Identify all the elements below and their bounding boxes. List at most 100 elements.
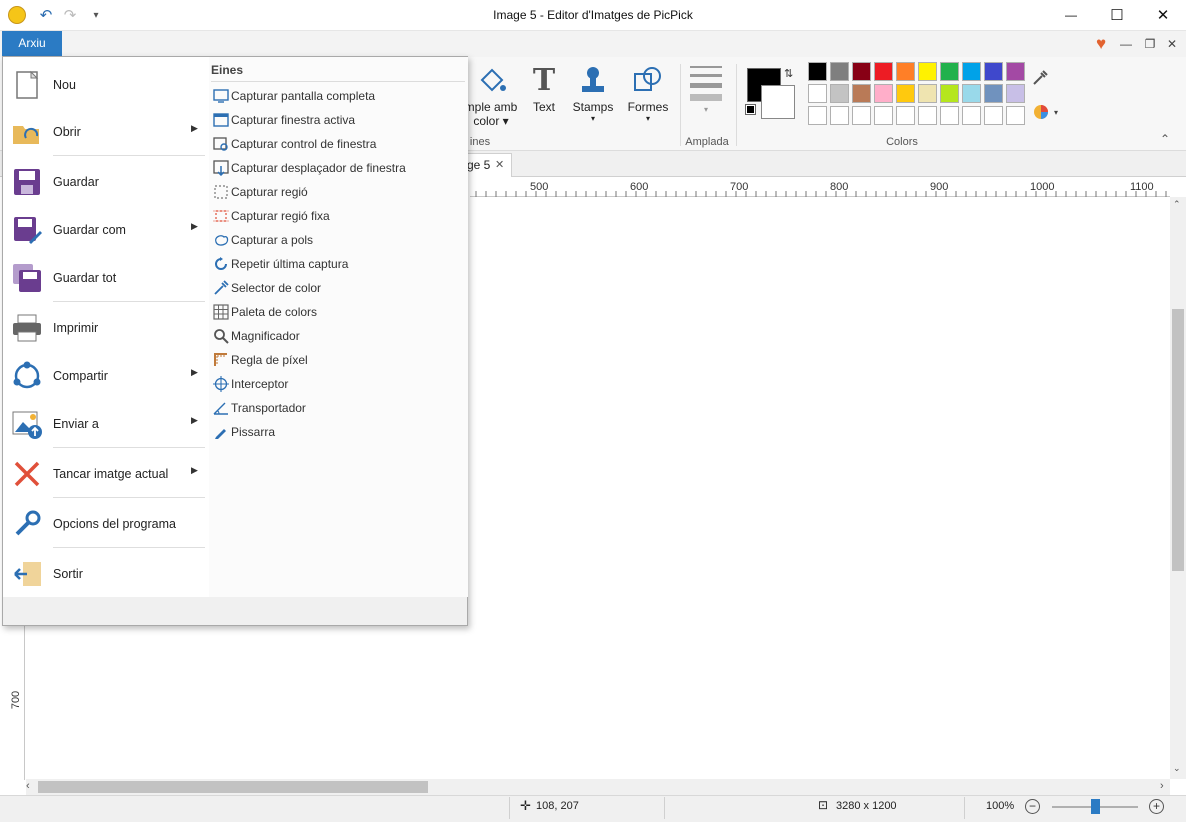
tool-item[interactable]: Capturar control de finestra [211,133,461,155]
file-menu-item[interactable]: Compartir ▶ [3,352,209,398]
palette-swatch[interactable] [874,62,893,81]
tab-close-icon[interactable]: ✕ [495,158,504,171]
mdi-close-icon[interactable]: ✕ [1162,34,1182,54]
file-menu-item[interactable]: Opcions del programa [3,500,209,546]
tool-item[interactable]: Capturar a pols [211,229,461,251]
maximize-button[interactable]: ☐ [1094,0,1140,31]
vertical-scroll-thumb[interactable] [1172,309,1184,571]
horizontal-scroll-thumb[interactable] [38,781,428,793]
tool-item[interactable]: Repetir última captura [211,253,461,275]
tool-item[interactable]: Interceptor [211,373,461,395]
tool-item[interactable]: Selector de color [211,277,461,299]
palette-swatch[interactable] [852,106,871,125]
file-menu-item[interactable]: Imprimir [3,304,209,350]
tool-item[interactable]: Capturar pantalla completa [211,85,461,107]
palette-swatch[interactable] [896,84,915,103]
color-picker-icon[interactable]: ▾ [1032,102,1060,122]
scroll-right-icon[interactable]: › [1160,780,1164,792]
file-menu-item[interactable]: Guardar com ▶ [3,206,209,252]
palette-swatch[interactable] [984,62,1003,81]
palette-swatch[interactable] [962,62,981,81]
palette-swatch[interactable] [808,106,827,125]
palette-swatch[interactable] [830,106,849,125]
zoom-in-icon[interactable]: + [1149,799,1164,814]
scroll-left-icon[interactable]: ‹ [26,780,30,792]
file-menu-item[interactable]: Obrir ▶ [3,108,209,154]
fill-color-button[interactable]: mple amb color ▾ [462,64,520,128]
palette-swatch[interactable] [918,106,937,125]
palette-swatch[interactable] [1006,106,1025,125]
text-button[interactable]: T Text [526,64,562,115]
swap-colors-icon[interactable]: ⇅ [784,67,793,80]
horizontal-scrollbar[interactable]: ‹ › [26,779,1170,795]
tool-item-label: Selector de color [231,281,322,295]
palette-swatch[interactable] [830,62,849,81]
stamps-label: Stamps [572,100,614,114]
vertical-scrollbar[interactable]: ⌃ ⌄ [1170,197,1186,779]
colors-group-label: Colors [886,136,918,148]
palette-swatch[interactable] [874,84,893,103]
submenu-arrow-icon: ▶ [191,367,198,377]
close-button[interactable]: ✕ [1140,0,1186,31]
width-button[interactable]: ▾ [690,66,722,126]
file-menu-item[interactable]: Enviar a ▶ [3,400,209,446]
palette-swatch[interactable] [918,62,937,81]
palette-swatch[interactable] [940,84,959,103]
palette-swatch[interactable] [896,106,915,125]
palette-swatch[interactable] [852,62,871,81]
palette-swatch[interactable] [962,84,981,103]
status-divider-1 [509,797,510,819]
palette-swatch[interactable] [940,106,959,125]
file-menu-item-label: Enviar a [53,417,99,431]
palette-swatch[interactable] [984,84,1003,103]
tool-item[interactable]: Regla de píxel [211,349,461,371]
minimize-button[interactable]: — [1048,0,1094,31]
cursor-position-icon: ✛ [520,798,531,813]
heart-icon[interactable]: ♥ [1092,35,1110,53]
file-menu-item[interactable]: Nou [3,61,209,107]
eyedropper-icon[interactable] [1030,68,1050,88]
tool-item[interactable]: Magnificador [211,325,461,347]
reset-colors-icon[interactable] [745,104,756,115]
file-menu-item[interactable]: Tancar imatge actual ▶ [3,450,209,496]
file-menu-item[interactable]: Sortir [3,550,209,596]
scroll-up-icon[interactable]: ⌃ [1173,199,1181,210]
palette-swatch[interactable] [874,106,893,125]
tool-item[interactable]: Capturar finestra activa [211,109,461,131]
scroll-down-icon[interactable]: ⌄ [1173,763,1181,774]
palette-swatch[interactable] [852,84,871,103]
secondary-color-swatch[interactable] [761,85,795,119]
tool-item[interactable]: Capturar regió fixa [211,205,461,227]
palette-swatch[interactable] [918,84,937,103]
shapes-dropdown-icon: ▾ [645,114,650,123]
palette-swatch[interactable] [1006,62,1025,81]
file-menu-item[interactable]: Guardar tot [3,254,209,300]
palette-swatch[interactable] [962,106,981,125]
zoom-out-icon[interactable]: − [1025,799,1040,814]
tool-item[interactable]: Paleta de colors [211,301,461,323]
stamp-icon [582,67,604,92]
tool-item[interactable]: Transportador [211,397,461,419]
palette-swatch[interactable] [1006,84,1025,103]
palette-swatch[interactable] [808,84,827,103]
palette-swatch[interactable] [984,106,1003,125]
tools-heading-divider [211,81,465,82]
file-menu-item[interactable]: Guardar [3,158,209,204]
palette-swatch[interactable] [830,84,849,103]
mdi-minimize-icon[interactable]: — [1116,34,1136,54]
tool-item-label: Transportador [231,401,306,415]
shapes-icon [634,67,661,91]
collapse-ribbon-icon[interactable]: ⌃ [1160,132,1170,146]
mdi-restore-icon[interactable]: ❐ [1140,34,1160,54]
file-tab[interactable]: Arxiu [2,31,62,56]
palette-swatch[interactable] [940,62,959,81]
send-to-icon [12,411,42,439]
tool-item[interactable]: Capturar regió [211,181,461,203]
stamps-button[interactable]: Stamps ▾ [570,64,616,123]
tool-item[interactable]: Pissarra [211,421,461,443]
palette-swatch[interactable] [896,62,915,81]
tool-item[interactable]: Capturar desplaçador de finestra [211,157,461,179]
zoom-slider-thumb[interactable] [1091,799,1100,814]
palette-swatch[interactable] [808,62,827,81]
shapes-button[interactable]: Formes ▾ [624,64,672,123]
